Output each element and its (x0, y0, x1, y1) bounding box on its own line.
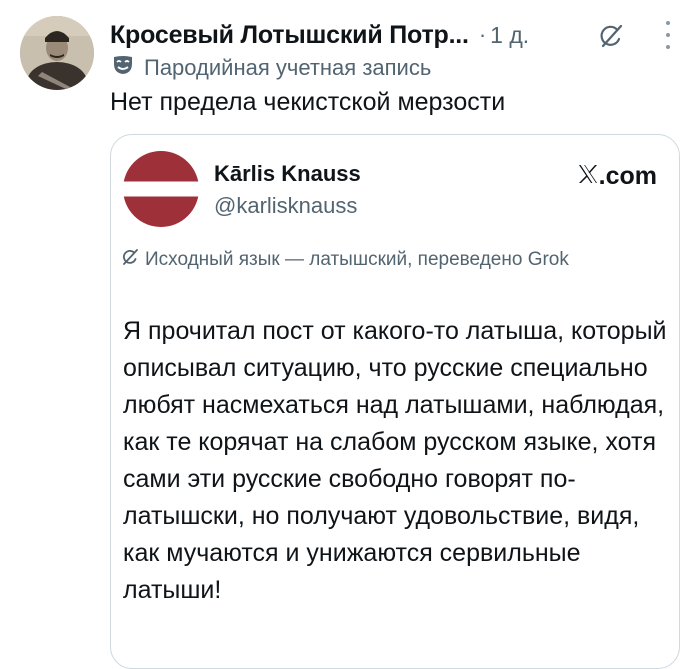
post-header: Кросевый Лотышский Потр... · 1 д. (110, 17, 680, 53)
author-name[interactable]: Кросевый Лотышский Потр... (110, 21, 469, 50)
translation-note[interactable]: Исходный язык — латышский, переведено Gr… (121, 248, 569, 272)
parody-label: Пародийная учетная запись (112, 55, 431, 81)
quoted-author-name[interactable]: Kārlis Knauss (214, 161, 361, 187)
grok-icon[interactable] (598, 23, 624, 49)
theater-mask-icon (112, 55, 134, 81)
quoted-avatar[interactable] (123, 151, 199, 227)
translation-text: Исходный язык — латышский, переведено Gr… (145, 249, 569, 270)
post-text: Нет предела чекистской мерзости (110, 88, 506, 116)
quoted-author-handle[interactable]: @karlisknauss (214, 193, 357, 219)
author-avatar[interactable] (20, 16, 94, 90)
time-separator: · (478, 22, 487, 47)
more-options-icon[interactable] (658, 21, 678, 49)
post-time[interactable]: 1 д. (490, 22, 529, 49)
quoted-post[interactable]: Kārlis Knauss @karlisknauss .com Исходны… (110, 134, 680, 669)
parody-text: Пародийная учетная запись (144, 55, 432, 80)
x-logo-icon (577, 163, 599, 190)
source-domain: .com (598, 162, 657, 190)
source-label: .com (577, 162, 657, 191)
grok-icon (121, 248, 139, 272)
quoted-post-text: Я прочитал пост от какого-то латыша, кот… (123, 317, 667, 604)
